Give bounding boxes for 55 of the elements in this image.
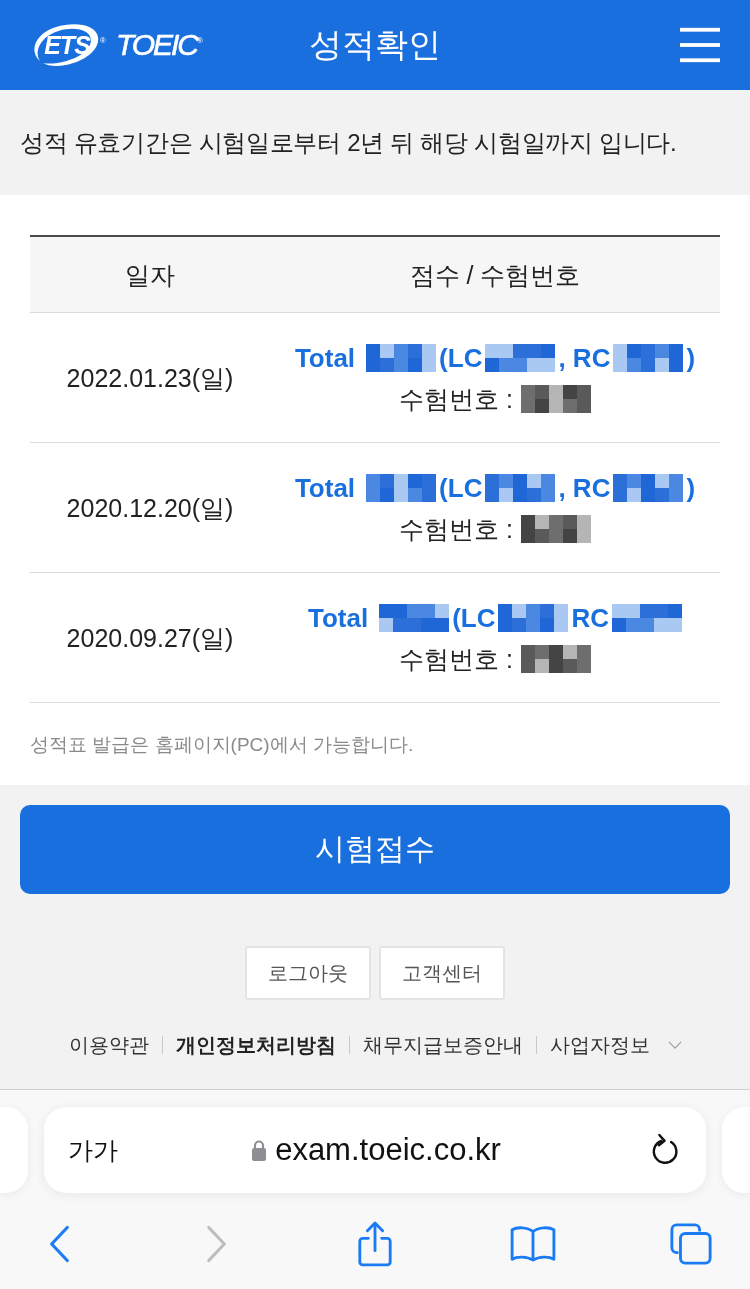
score-text: (LC [439,341,483,374]
book-icon[interactable] [509,1225,557,1263]
footer-link[interactable]: 이용약관 [68,1032,149,1058]
registered-mark: ® [197,36,203,45]
footer-link[interactable]: 개인정보처리방침 [175,1032,336,1058]
pixelated-redaction [613,343,684,372]
score-text: ) [686,341,696,374]
exam-number-label: 수험번호 : [399,513,513,544]
pixelated-redaction [485,343,556,372]
pixelated-redaction [520,384,591,413]
footer-button[interactable]: 로그아웃 [245,946,371,1000]
logo-ets-text: ETS [44,33,90,57]
score-text: (LC [452,601,496,634]
tabs-icon[interactable] [669,1222,713,1266]
score-text: (LC [439,471,483,504]
exam-date: 2020.12.20(일) [66,492,234,523]
pixelated-redaction [613,473,684,502]
score-text: Total [294,341,356,374]
logo-wordmark: TOEIC [115,29,198,61]
footer-button[interactable]: 고객센터 [379,946,505,1000]
exam-date: 2020.09.27(일) [66,622,234,653]
url-text: exam.toeic.co.kr [275,1132,501,1168]
exam-date: 2022.01.23(일) [66,362,234,393]
page-title: 성적확인 [309,25,441,65]
pixelated-redaction [379,603,450,632]
exam-number-label: 수험번호 : [399,383,513,414]
pixelated-redaction [366,473,437,502]
score-text: RC [571,601,610,634]
column-header: 일자 [125,259,175,290]
text-size-button[interactable]: 가가 [68,1135,118,1165]
column-header: 점수 / 수험번호 [409,259,581,290]
notice-text: 성적 유효기간은 시험일로부터 2년 뒤 해당 시험일까지 입니다. [20,127,677,158]
reload-icon[interactable] [650,1133,680,1167]
share-icon[interactable] [356,1220,394,1268]
pixelated-redaction [612,603,683,632]
pixelated-redaction [498,603,569,632]
score-text: ) [686,471,696,504]
chevron-down-icon[interactable] [667,1041,682,1049]
address-bar[interactable]: 가가 exam.toeic.co.kr [44,1107,706,1193]
issue-note: 성적표 발급은 홈페이지(PC)에서 가능합니다. [30,733,415,757]
pixelated-redaction [520,644,591,673]
score-text: , RC [558,471,611,504]
footer-link[interactable]: 사업자정보 [549,1032,650,1058]
pixelated-redaction [485,473,556,502]
registered-mark: ® [100,36,106,45]
pixelated-redaction [520,514,591,543]
menu-icon[interactable] [680,27,720,63]
apply-button[interactable]: 시험접수 [20,805,730,894]
score-text: Total [307,601,369,634]
footer-link[interactable]: 채무지급보증안내 [362,1032,523,1058]
score-text: Total [294,471,356,504]
back-icon[interactable] [48,1224,70,1264]
exam-number-label: 수험번호 : [399,643,513,674]
score-text: , RC [558,341,611,374]
pixelated-redaction [366,343,437,372]
